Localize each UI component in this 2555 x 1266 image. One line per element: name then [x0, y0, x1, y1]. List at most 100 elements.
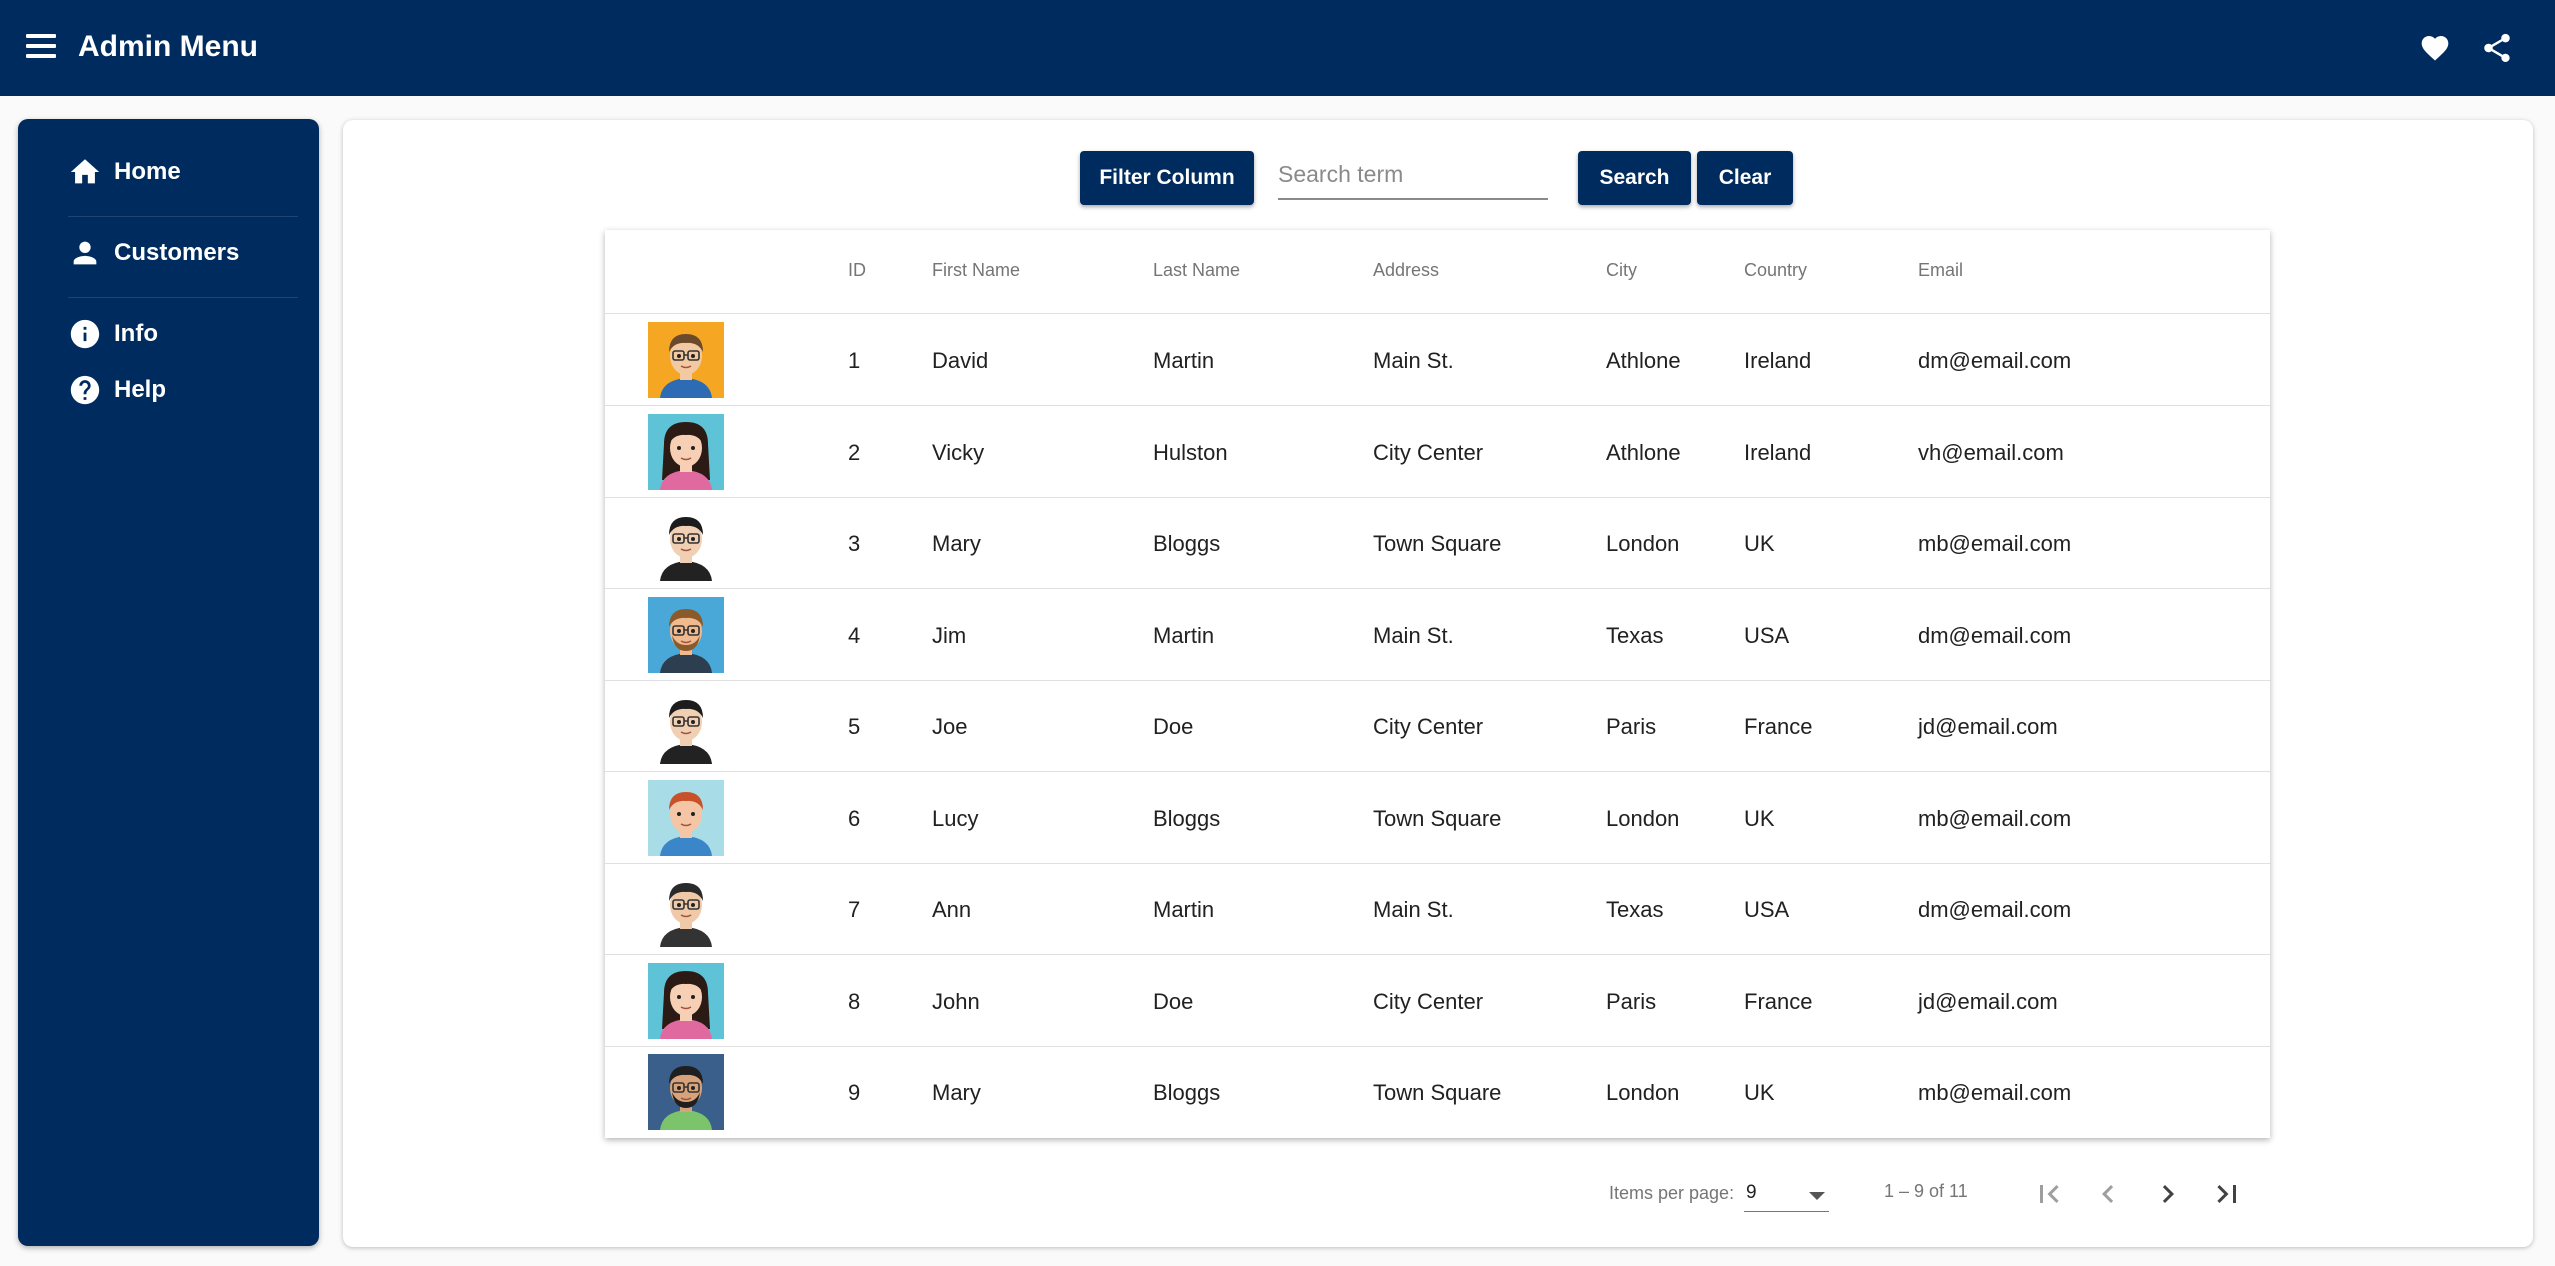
sidebar: Home Customers Info Help — [18, 119, 319, 1246]
search-button[interactable]: Search — [1578, 151, 1691, 205]
sidebar-item-label: Customers — [114, 239, 240, 266]
table-row[interactable]: 9 Mary Bloggs Town Square London UK mb@email.c… — [605, 1047, 2270, 1138]
avatar — [648, 779, 724, 856]
column-header-country[interactable]: Country — [1744, 260, 1807, 281]
page-range-label: 1 – 9 of 11 — [1884, 1181, 1968, 1201]
sidebar-item-customers[interactable]: Customers — [68, 236, 239, 270]
clear-button[interactable]: Clear — [1697, 151, 1793, 205]
cell-country: Ireland — [1744, 348, 1812, 373]
cell-id: 8 — [848, 988, 861, 1014]
cell-country: UK — [1744, 805, 1775, 831]
heart-icon[interactable] — [2418, 32, 2452, 64]
cell-email: jd@email.com — [1918, 988, 2058, 1014]
cell-address: Main St. — [1373, 897, 1454, 922]
table-row[interactable]: 8 John Doe City Center Paris France jd@email.c… — [605, 956, 2270, 1047]
cell-country: France — [1744, 988, 1813, 1014]
sidebar-item-home[interactable]: Home — [68, 155, 181, 189]
avatar — [648, 1054, 724, 1130]
cell-address: Town Square — [1373, 1080, 1502, 1105]
avatar — [648, 505, 724, 581]
avatar — [648, 962, 724, 1039]
chevron-down-icon — [1809, 1192, 1825, 1200]
cell-last-name: Doe — [1153, 988, 1194, 1014]
cell-address: City Center — [1373, 988, 1484, 1014]
cell-email: mb@email.com — [1918, 531, 2072, 556]
column-header-email[interactable]: Email — [1918, 260, 1963, 281]
cell-last-name: Hulston — [1153, 439, 1228, 465]
cell-first-name: Lucy — [932, 805, 979, 831]
cell-first-name: John — [932, 988, 980, 1014]
cell-country: UK — [1744, 1080, 1775, 1105]
cell-last-name: Bloggs — [1153, 1080, 1221, 1105]
column-header-first-name[interactable]: First Name — [932, 260, 1020, 281]
sidebar-item-help[interactable]: Help — [68, 373, 166, 407]
table-header-row: ID First Name Last Name Address City Cou… — [605, 230, 2270, 314]
column-header-address[interactable]: Address — [1373, 260, 1439, 281]
avatar — [648, 688, 724, 764]
cell-last-name: Martin — [1153, 348, 1215, 373]
cell-address: Main St. — [1373, 348, 1454, 373]
cell-address: Main St. — [1373, 622, 1454, 648]
cell-id: 9 — [848, 1080, 861, 1105]
cell-city: Athlone — [1606, 439, 1681, 465]
table-row[interactable]: 4 Jim Martin Main St. Texas USA dm@email.com — [605, 590, 2270, 681]
sidebar-divider — [68, 216, 298, 217]
cell-email: vh@email.com — [1918, 439, 2064, 465]
person-icon — [73, 241, 97, 265]
cell-email: dm@email.com — [1918, 622, 2072, 648]
table-row[interactable]: 2 Vicky Hulston City Center Athlone Ireland vh… — [605, 407, 2270, 498]
avatar — [648, 596, 724, 673]
cell-city: Paris — [1606, 714, 1657, 739]
cell-city: Paris — [1606, 988, 1657, 1014]
cell-last-name: Martin — [1153, 897, 1215, 922]
next-page-icon — [2162, 1185, 2174, 1203]
cell-city: Athlone — [1606, 348, 1681, 373]
previous-page-button[interactable] — [2088, 1176, 2128, 1212]
info-icon — [70, 319, 100, 349]
table-row[interactable]: 1 David Martin Main St. Athlone Ireland dm@ema… — [605, 315, 2270, 406]
search-input[interactable] — [1278, 150, 1548, 200]
cell-country: France — [1744, 714, 1813, 739]
filter-column-button[interactable]: Filter Column — [1080, 151, 1254, 205]
cell-id: 7 — [848, 897, 861, 922]
avatar — [648, 322, 724, 398]
sidebar-divider — [68, 297, 298, 298]
cell-first-name: Mary — [932, 531, 981, 556]
top-toolbar: Admin Menu — [0, 0, 2555, 96]
cell-city: Texas — [1606, 897, 1664, 922]
table-row[interactable]: 5 Joe Doe City Center Paris France jd@email.co… — [605, 681, 2270, 772]
cell-last-name: Martin — [1153, 622, 1215, 648]
cell-id: 1 — [848, 348, 861, 373]
sidebar-item-info[interactable]: Info — [68, 317, 158, 351]
items-per-page-select[interactable]: 9 — [1744, 1180, 1829, 1212]
share-icon[interactable] — [2480, 30, 2514, 66]
cell-address: City Center — [1373, 714, 1484, 739]
cell-first-name: Jim — [932, 622, 967, 648]
cell-last-name: Bloggs — [1153, 531, 1221, 556]
column-header-last-name[interactable]: Last Name — [1153, 260, 1240, 281]
table-row[interactable]: 3 Mary Bloggs Town Square London UK mb@email.c… — [605, 498, 2270, 589]
sidebar-item-label: Info — [114, 320, 158, 347]
last-page-button[interactable] — [2207, 1176, 2247, 1212]
cell-email: mb@email.com — [1918, 805, 2072, 831]
table-row[interactable]: 6 Lucy Bloggs Town Square London UK mb@email.c… — [605, 773, 2270, 864]
cell-email: dm@email.com — [1918, 897, 2072, 922]
cell-country: USA — [1744, 622, 1790, 648]
menu-icon[interactable] — [26, 34, 56, 62]
cell-address: Town Square — [1373, 805, 1502, 831]
avatar — [648, 871, 724, 947]
cell-last-name: Bloggs — [1153, 805, 1221, 831]
cell-email: dm@email.com — [1918, 348, 2072, 373]
cell-id: 4 — [848, 622, 861, 648]
cell-first-name: Ann — [932, 897, 972, 922]
customers-table: ID First Name Last Name Address City Cou… — [605, 230, 2270, 1138]
sidebar-item-label: Home — [114, 158, 181, 185]
first-page-button[interactable] — [2029, 1176, 2069, 1212]
cell-country: USA — [1744, 897, 1790, 922]
column-header-city[interactable]: City — [1606, 260, 1637, 281]
cell-last-name: Doe — [1153, 714, 1194, 739]
next-page-button[interactable] — [2148, 1176, 2188, 1212]
column-header-id[interactable]: ID — [848, 260, 866, 281]
table-row[interactable]: 7 Ann Martin Main St. Texas USA dm@email.com — [605, 864, 2270, 955]
cell-address: City Center — [1373, 439, 1484, 465]
